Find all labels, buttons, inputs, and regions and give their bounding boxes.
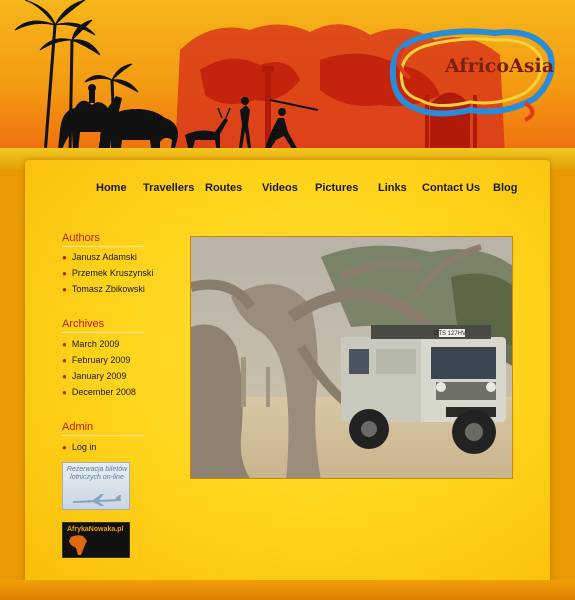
bullet-icon: ● [62, 285, 67, 294]
authors-heading: Authors [62, 232, 100, 244]
nav-home[interactable]: Home [96, 182, 127, 194]
license-plate: DTS 127HV [434, 331, 466, 337]
nav-links[interactable]: Links [378, 182, 407, 194]
africa-map-icon [69, 535, 87, 555]
landrover-baobab-image: DTS 127HV [191, 237, 512, 478]
login-label[interactable]: Log in [72, 442, 97, 452]
bullet-icon: ● [62, 372, 67, 381]
archive-link[interactable]: ● March 2009 [62, 339, 119, 349]
divider [62, 435, 144, 436]
archive-label[interactable]: March 2009 [72, 339, 120, 349]
author-label[interactable]: Tomasz Zbikowski [72, 284, 145, 294]
archive-label[interactable]: January 2009 [72, 371, 127, 381]
flight-booking-text: Rezerwacja biletów lotniczych on-line [66, 466, 128, 481]
nav-routes[interactable]: Routes [205, 182, 242, 194]
divider [62, 246, 144, 247]
bullet-icon: ● [62, 340, 67, 349]
bullet-icon: ● [62, 269, 67, 278]
author-label[interactable]: Przemek Kruszynski [72, 268, 154, 278]
afrykanowaka-banner[interactable]: AfrykaNowaka.pl [62, 522, 130, 558]
nav-blog[interactable]: Blog [493, 182, 517, 194]
archive-link[interactable]: ● December 2008 [62, 387, 136, 397]
author-link[interactable]: ● Tomasz Zbikowski [62, 284, 145, 294]
author-link[interactable]: ● Janusz Adamski [62, 252, 137, 262]
page-bottom-edge [0, 580, 575, 600]
author-link[interactable]: ● Przemek Kruszynski [62, 268, 153, 278]
divider [62, 332, 144, 333]
archive-link[interactable]: ● February 2009 [62, 355, 130, 365]
airplane-icon [73, 494, 121, 506]
nav-travellers[interactable]: Travellers [143, 182, 194, 194]
afrykanowaka-text: AfrykaNowaka.pl [67, 526, 124, 533]
nav-videos[interactable]: Videos [262, 182, 298, 194]
logo-text[interactable]: AfricoAsia [445, 55, 554, 77]
archive-link[interactable]: ● January 2009 [62, 371, 126, 381]
author-label[interactable]: Janusz Adamski [72, 252, 137, 262]
nav-contact-us[interactable]: Contact Us [422, 182, 480, 194]
archive-label[interactable]: December 2008 [72, 387, 136, 397]
archive-label[interactable]: February 2009 [72, 355, 131, 365]
admin-heading: Admin [62, 421, 94, 433]
main-nav: Home Travellers Routes Videos Pictures L… [85, 182, 525, 198]
bullet-icon: ● [62, 443, 67, 452]
archives-heading: Archives [62, 318, 105, 330]
flight-booking-banner[interactable]: Rezerwacja biletów lotniczych on-line [62, 462, 130, 510]
nav-pictures[interactable]: Pictures [315, 182, 358, 194]
login-link[interactable]: ● Log in [62, 442, 96, 452]
bullet-icon: ● [62, 253, 67, 262]
header-banner: AfricoAsia [0, 0, 575, 160]
safari-silhouettes [14, 0, 319, 156]
bullet-icon: ● [62, 356, 67, 365]
featured-photo: DTS 127HV [190, 236, 513, 479]
bullet-icon: ● [62, 388, 67, 397]
